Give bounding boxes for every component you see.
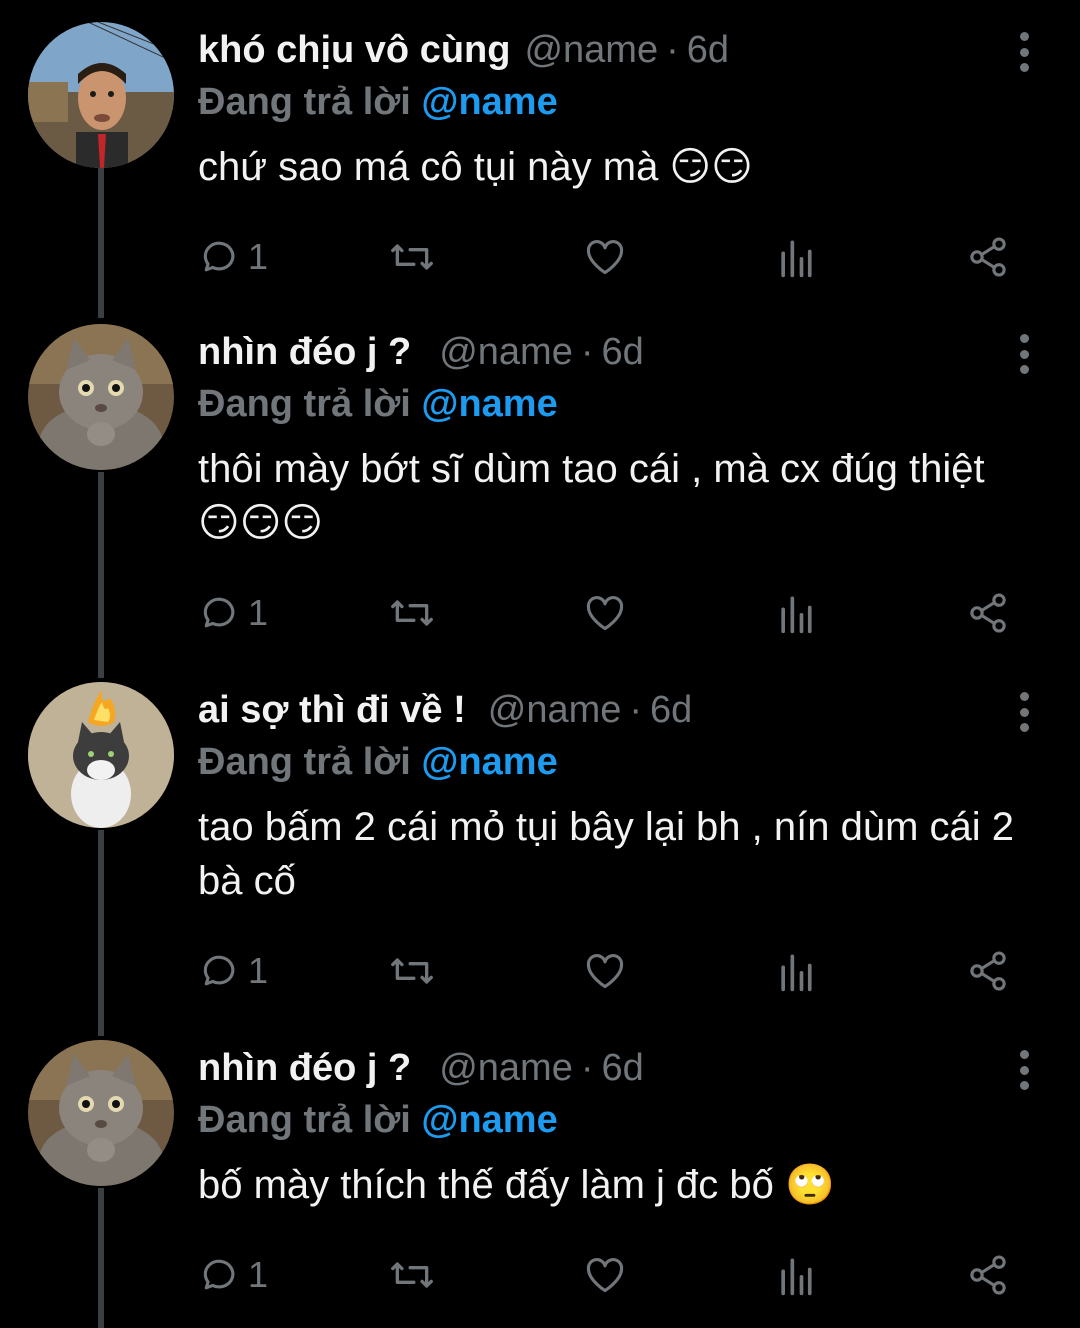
- retweet-icon: [391, 1262, 433, 1288]
- user-handle[interactable]: @name: [524, 22, 658, 78]
- retweet-button[interactable]: [388, 232, 436, 282]
- replying-to-handle[interactable]: @name: [421, 1099, 557, 1141]
- replying-to: Đang trả lời @name: [198, 734, 558, 790]
- display-name[interactable]: ai sợ thì đi về !: [198, 682, 466, 738]
- tweet-actions: 1: [198, 588, 1028, 638]
- avatar[interactable]: [28, 682, 174, 828]
- retweet-icon: [391, 600, 433, 626]
- share-icon: [970, 237, 1006, 277]
- reply-count: 1: [248, 950, 269, 991]
- reply-button[interactable]: 1: [198, 1250, 268, 1300]
- tweet-header: ai sợ thì đi về ! @name · 6d: [198, 682, 980, 738]
- separator: ·: [666, 29, 679, 71]
- reply-count: 1: [248, 592, 269, 633]
- user-handle[interactable]: @name: [488, 682, 622, 738]
- replying-to-label: Đang trả lời: [198, 741, 411, 783]
- retweet-button[interactable]: [388, 946, 436, 996]
- reply-button[interactable]: 1: [198, 232, 268, 282]
- retweet-icon: [391, 958, 433, 984]
- heart-icon: [586, 596, 624, 631]
- thread-line: [98, 1188, 104, 1328]
- user-handle[interactable]: @name: [439, 324, 573, 380]
- replying-to: Đang trả lời @name: [198, 376, 558, 432]
- tweet-text: bố mày thích thế đấy làm j đc bố 🙄: [198, 1163, 835, 1207]
- views-button[interactable]: [776, 946, 816, 996]
- retweet-icon: [391, 244, 433, 270]
- tweet-header: nhìn đéo j ? @name · 6d: [198, 1040, 980, 1096]
- thread-line: [98, 168, 104, 318]
- replying-to: Đang trả lời @name: [198, 74, 558, 130]
- timestamp[interactable]: 6d: [650, 682, 692, 738]
- retweet-button[interactable]: [388, 588, 436, 638]
- separator: ·: [580, 1047, 594, 1089]
- display-name[interactable]: khó chịu vô cùng: [198, 22, 510, 78]
- replying-to-handle[interactable]: @name: [421, 383, 557, 425]
- reply-bubble-icon: [203, 1259, 235, 1290]
- like-button[interactable]: [582, 588, 628, 638]
- separator: ·: [580, 331, 594, 373]
- share-icon: [970, 1255, 1006, 1295]
- more-vertical-icon[interactable]: [1012, 1050, 1036, 1090]
- more-vertical-icon[interactable]: [1012, 334, 1036, 374]
- timestamp[interactable]: 6d: [687, 22, 729, 78]
- bar-chart-icon: [781, 240, 812, 278]
- bar-chart-icon: [781, 596, 812, 634]
- thread-line: [98, 472, 104, 678]
- bar-chart-icon: [781, 954, 812, 992]
- views-button[interactable]: [776, 1250, 816, 1300]
- share-icon: [970, 593, 1006, 633]
- like-button[interactable]: [582, 946, 628, 996]
- tweet-text: tao bấm 2 cái mỏ tụi bây lại bh , nín dù…: [198, 805, 1014, 903]
- share-button[interactable]: [966, 232, 1010, 282]
- user-handle[interactable]: @name: [439, 1040, 573, 1096]
- reply-count: 1: [248, 236, 269, 277]
- share-icon: [970, 951, 1006, 991]
- more-vertical-icon[interactable]: [1012, 692, 1036, 732]
- tweet-text: thôi mày bớt sĩ dùm tao cái , mà cx đúg …: [198, 447, 985, 545]
- reply-count: 1: [248, 1254, 269, 1295]
- heart-icon: [586, 1258, 624, 1293]
- timestamp[interactable]: 6d: [602, 324, 644, 380]
- reply-bubble-icon: [203, 241, 235, 272]
- separator: ·: [629, 689, 643, 731]
- replying-to: Đang trả lời @name: [198, 1092, 558, 1148]
- like-button[interactable]: [582, 232, 628, 282]
- replying-to-handle[interactable]: @name: [421, 81, 557, 123]
- heart-icon: [586, 954, 624, 989]
- tweet-header: nhìn đéo j ? @name · 6d: [198, 324, 980, 380]
- replying-to-label: Đang trả lời: [198, 1099, 411, 1141]
- replying-to-label: Đang trả lời: [198, 383, 411, 425]
- share-button[interactable]: [966, 946, 1010, 996]
- thread-line: [98, 830, 104, 1036]
- share-button[interactable]: [966, 588, 1010, 638]
- reply-button[interactable]: 1: [198, 588, 268, 638]
- reply-bubble-icon: [203, 955, 235, 986]
- tweet-actions: 1: [198, 232, 1028, 282]
- display-name[interactable]: nhìn đéo j ?: [198, 324, 411, 380]
- more-vertical-icon[interactable]: [1012, 32, 1036, 72]
- share-button[interactable]: [966, 1250, 1010, 1300]
- avatar[interactable]: [28, 22, 174, 168]
- tweet-header: khó chịu vô cùng @name · 6d: [198, 22, 980, 78]
- reply-bubble-icon: [203, 597, 235, 628]
- views-button[interactable]: [776, 588, 816, 638]
- tweet-text: chứ sao má cô tụi này mà 😏😏: [198, 145, 753, 189]
- reply-button[interactable]: 1: [198, 946, 268, 996]
- display-name[interactable]: nhìn đéo j ?: [198, 1040, 411, 1096]
- replying-to-handle[interactable]: @name: [421, 741, 557, 783]
- tweet-actions: 1: [198, 946, 1028, 996]
- replying-to-label: Đang trả lời: [198, 81, 411, 123]
- tweet-actions: 1: [198, 1250, 1028, 1300]
- views-button[interactable]: [776, 232, 816, 282]
- timestamp[interactable]: 6d: [602, 1040, 644, 1096]
- avatar[interactable]: [28, 324, 174, 470]
- bar-chart-icon: [781, 1258, 812, 1296]
- avatar[interactable]: [28, 1040, 174, 1186]
- like-button[interactable]: [582, 1250, 628, 1300]
- retweet-button[interactable]: [388, 1250, 436, 1300]
- heart-icon: [586, 240, 624, 275]
